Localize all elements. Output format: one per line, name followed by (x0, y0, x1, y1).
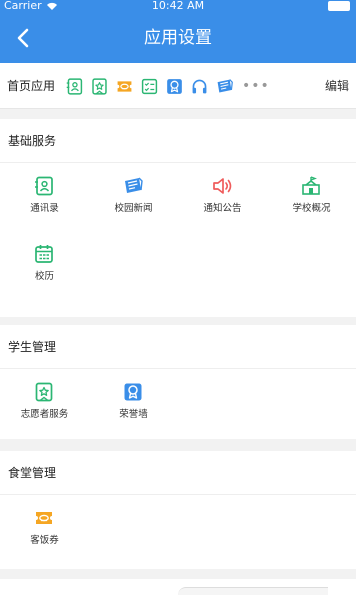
app-item[interactable]: 客饭券 (0, 495, 89, 563)
app-item[interactable]: 校园新闻 (89, 163, 178, 231)
clock-label: 10:42 AM (151, 0, 205, 12)
edit-button[interactable]: 编辑 (325, 78, 349, 94)
honor-icon (122, 381, 144, 403)
honor-icon (165, 77, 184, 96)
volunteer-icon (33, 381, 55, 403)
app-item[interactable]: 志愿者服务 (0, 369, 89, 437)
checklist-icon (140, 77, 159, 96)
school-icon (300, 175, 322, 197)
contacts-icon (33, 175, 55, 197)
bottom-peek (0, 579, 356, 595)
headphones-icon (190, 77, 209, 96)
news-icon (122, 175, 144, 197)
calendar-icon (33, 243, 55, 265)
section-student-management: 学生管理 志愿者服务 荣誉墙 (0, 325, 356, 439)
nav-row: 应用设置 (0, 18, 356, 58)
speaker-icon (211, 175, 233, 197)
app-item-label: 志愿者服务 (20, 409, 69, 420)
app-item-label: 通知公告 (203, 203, 242, 214)
app-item-label: 校园新闻 (114, 203, 153, 214)
status-bar: Carrier 10:42 AM (0, 0, 356, 14)
section-basic-services: 基础服务 通讯录 校园新闻 通知公告 学校概况 校历 (0, 119, 356, 317)
home-apps-label: 首页应用 (7, 79, 56, 93)
home-apps-row: 首页应用 ••• 编辑 (0, 63, 356, 109)
peek-card (178, 587, 328, 595)
app-item[interactable]: 通知公告 (178, 163, 267, 231)
home-apps-icons: ••• (65, 76, 270, 96)
top-bar: Carrier 10:42 AM 应用设置 (0, 0, 356, 63)
contacts-icon (65, 77, 84, 96)
app-item-label: 客饭券 (30, 535, 59, 546)
section-title: 食堂管理 (0, 451, 356, 495)
app-item-label: 学校概况 (292, 203, 331, 214)
meal-ticket-icon (115, 77, 134, 96)
app-item[interactable]: 荣誉墙 (89, 369, 178, 437)
battery-icon (328, 1, 350, 11)
app-item[interactable]: 学校概况 (267, 163, 356, 231)
app-item[interactable]: 校历 (0, 231, 89, 299)
volunteer-icon (90, 77, 109, 96)
news-icon (215, 77, 234, 96)
section-title: 学生管理 (0, 325, 356, 369)
section-title: 基础服务 (0, 119, 356, 163)
app-item-label: 荣誉墙 (119, 409, 148, 420)
more-icon[interactable]: ••• (242, 77, 270, 96)
meal-ticket-icon (33, 507, 55, 529)
page-title: 应用设置 (144, 28, 212, 48)
app-item-label: 校历 (34, 271, 54, 282)
app-item[interactable]: 通讯录 (0, 163, 89, 231)
app-item-label: 通讯录 (30, 203, 59, 214)
section-canteen-management: 食堂管理 客饭券 (0, 451, 356, 569)
